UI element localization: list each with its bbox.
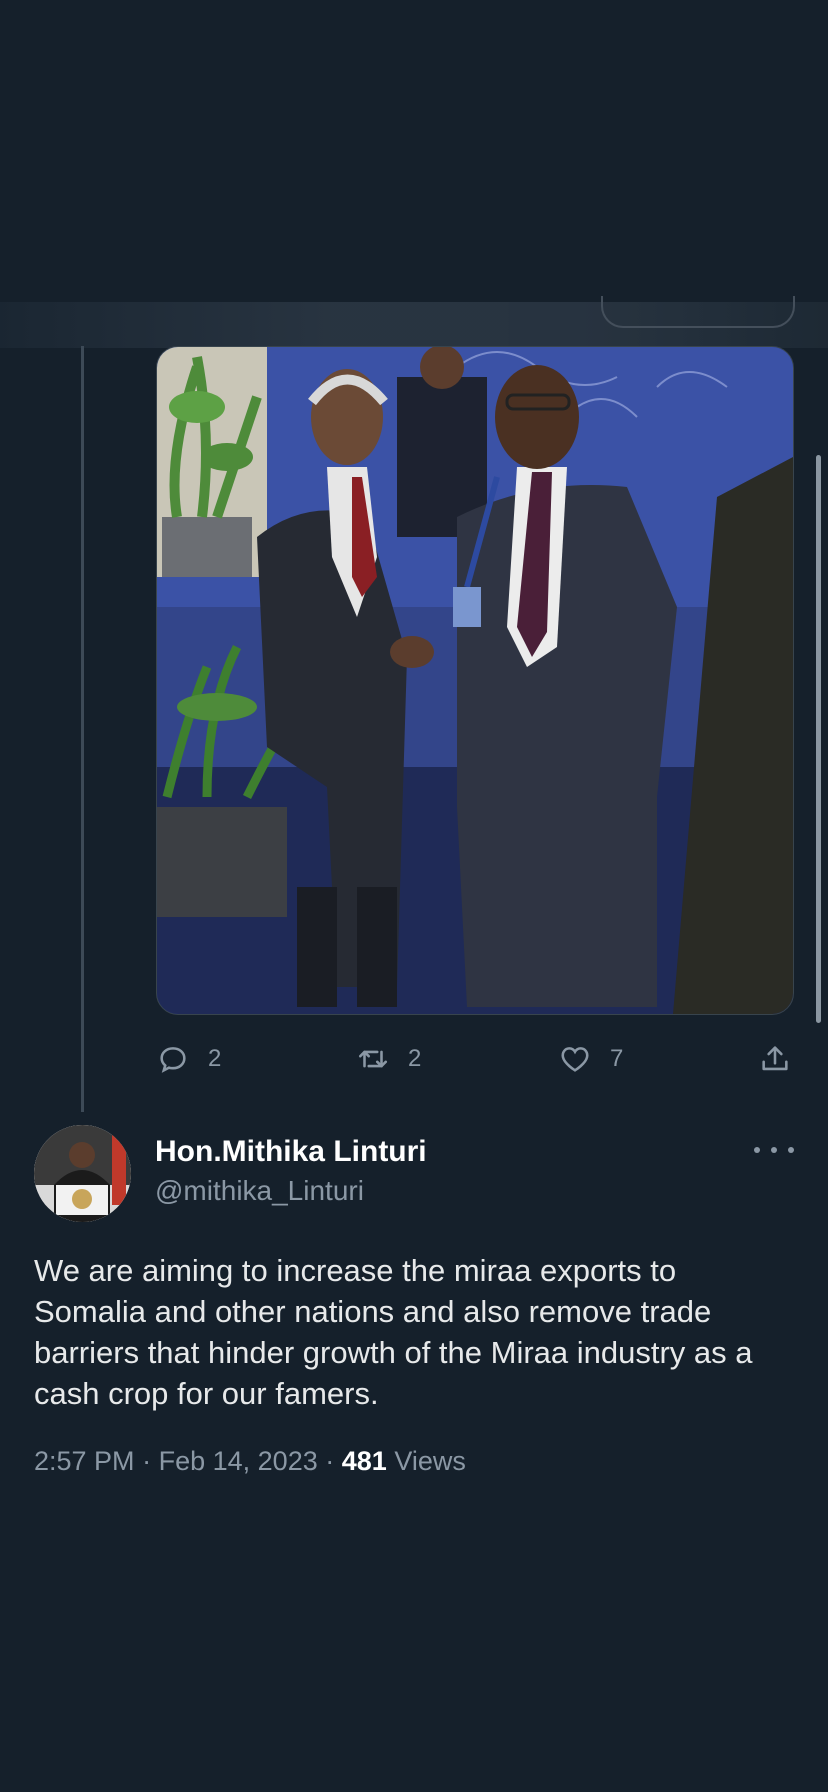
share-button[interactable] (758, 1038, 792, 1080)
meta-separator: · (325, 1446, 335, 1476)
tweet-date[interactable]: Feb 14, 2023 (159, 1446, 318, 1476)
retweet-icon (358, 1050, 388, 1068)
reply-count: 2 (208, 1045, 222, 1072)
reply-icon (160, 1047, 186, 1073)
reply-button[interactable]: 2 (156, 1038, 221, 1080)
author-display-name[interactable]: Hon.Mithika Linturi (155, 1135, 427, 1169)
retweet-button[interactable]: 2 (356, 1038, 421, 1080)
views-label: Views (394, 1446, 466, 1476)
like-count: 7 (610, 1045, 624, 1072)
share-icon (762, 1046, 788, 1071)
thread-connector-line (81, 346, 84, 1112)
tweet-author-header: Hon.Mithika Linturi @mithika_Linturi (34, 1125, 794, 1225)
heart-icon (561, 1047, 589, 1072)
scrollbar[interactable] (816, 455, 821, 1023)
follow-button-edge[interactable] (601, 296, 795, 328)
more-options-button[interactable] (754, 1135, 794, 1165)
tweet-body-text: We are aiming to increase the miraa expo… (34, 1253, 753, 1411)
avatar[interactable] (34, 1125, 131, 1222)
tweet-time[interactable]: 2:57 PM (34, 1446, 135, 1476)
views-count[interactable]: 481 (342, 1446, 387, 1476)
more-dots-icon (754, 1147, 760, 1153)
like-button[interactable]: 7 (558, 1038, 623, 1080)
meta-separator: · (142, 1446, 152, 1476)
tweet-photo[interactable] (156, 346, 794, 1015)
tweet-action-bar: 2 2 7 (156, 1038, 792, 1080)
tweet-metadata: 2:57 PM · Feb 14, 2023 · 481 Views (34, 1446, 466, 1477)
collapsed-header-bar (0, 296, 828, 348)
author-handle[interactable]: @mithika_Linturi (155, 1175, 364, 1207)
retweet-count: 2 (408, 1045, 422, 1072)
